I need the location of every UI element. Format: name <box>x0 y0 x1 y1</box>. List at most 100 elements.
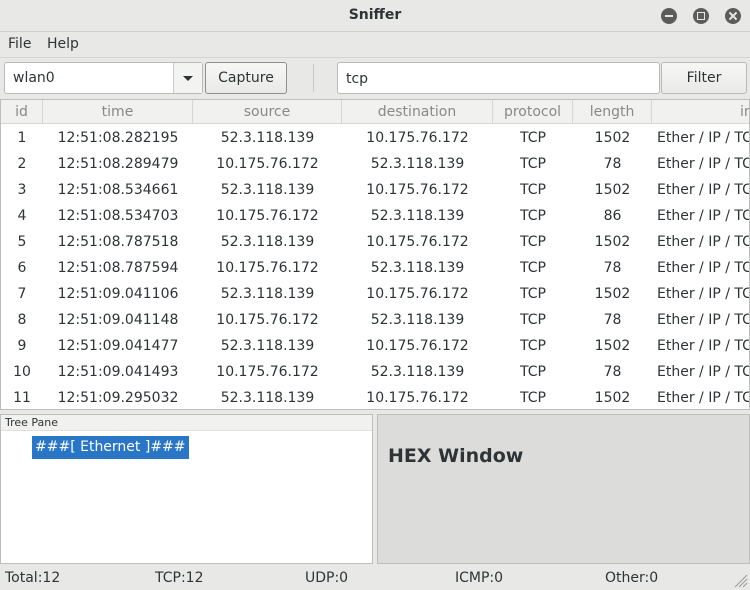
cell-protocol: TCP <box>520 260 546 276</box>
cell-source: 52.3.118.139 <box>220 234 315 250</box>
cell-source: 52.3.118.139 <box>220 182 315 198</box>
cell-time: 12:51:09.041106 <box>57 286 179 302</box>
hex-window-title: HEX Window <box>388 445 524 467</box>
cell-destination: 10.175.76.172 <box>366 234 469 250</box>
table-row[interactable]: 1 12:51:08.282195 52.3.118.139 10.175.76.17… <box>1 125 749 151</box>
cell-info: Ether / IP / TCP <box>657 364 749 380</box>
table-row[interactable]: 6 12:51:08.787594 10.175.76.172 52.3.118.13… <box>1 255 749 281</box>
tree-node-ethernet[interactable]: ###[ Ethernet ]### <box>32 436 189 459</box>
cell-info: Ether / IP / TCP <box>657 390 749 406</box>
minimize-icon[interactable] <box>661 8 677 24</box>
cell-time: 12:51:08.534703 <box>57 208 179 224</box>
column-header-destination[interactable]: destination <box>342 100 493 124</box>
cell-source: 52.3.118.139 <box>220 390 315 406</box>
filter-input[interactable] <box>346 69 646 89</box>
table-row[interactable]: 3 12:51:08.534661 52.3.118.139 10.175.76.17… <box>1 177 749 203</box>
cell-source: 52.3.118.139 <box>220 338 315 354</box>
menu-file[interactable]: File <box>8 36 31 52</box>
toolbar: wlan0 Capture Filter <box>0 57 750 97</box>
table-row[interactable]: 10 12:51:09.041493 10.175.76.172 52.3.118.1… <box>1 359 749 385</box>
dropdown-arrow-icon <box>183 76 193 81</box>
cell-id: 1 <box>17 130 27 146</box>
table-row[interactable]: 11 12:51:09.295032 52.3.118.139 10.175.76.1… <box>1 385 749 409</box>
status-udp: UDP:0 <box>305 570 349 586</box>
cell-length: 1502 <box>594 338 631 354</box>
filter-button[interactable]: Filter <box>661 62 747 94</box>
cell-protocol: TCP <box>520 390 546 406</box>
cell-protocol: TCP <box>520 364 546 380</box>
column-header-info[interactable]: info <box>652 100 749 124</box>
status-total: Total:12 <box>5 570 61 586</box>
cell-destination: 10.175.76.172 <box>366 390 469 406</box>
tree-pane: Tree Pane ###[ Ethernet ]### <box>0 414 373 564</box>
cell-source: 52.3.118.139 <box>220 286 315 302</box>
status-tcp: TCP:12 <box>155 570 204 586</box>
cell-info: Ether / IP / TCP <box>657 260 749 276</box>
column-header-id[interactable]: id <box>1 100 43 124</box>
table-row[interactable]: 4 12:51:08.534703 10.175.76.172 52.3.118.13… <box>1 203 749 229</box>
cell-info: Ether / IP / TCP <box>657 156 749 172</box>
maximize-icon[interactable] <box>693 8 709 24</box>
cell-destination: 10.175.76.172 <box>366 182 469 198</box>
cell-length: 78 <box>603 312 622 328</box>
cell-info: Ether / IP / TCP <box>657 208 749 224</box>
cell-protocol: TCP <box>520 156 546 172</box>
menu-help[interactable]: Help <box>47 36 79 52</box>
column-header-protocol[interactable]: protocol <box>493 100 573 124</box>
cell-info: Ether / IP / TCP <box>657 234 749 250</box>
cell-length: 1502 <box>594 286 631 302</box>
close-icon[interactable] <box>725 8 741 24</box>
cell-protocol: TCP <box>520 182 546 198</box>
cell-destination: 52.3.118.139 <box>370 364 465 380</box>
column-header-time[interactable]: time <box>43 100 193 124</box>
cell-source: 52.3.118.139 <box>220 130 315 146</box>
table-row[interactable]: 9 12:51:09.041477 52.3.118.139 10.175.76.17… <box>1 333 749 359</box>
cell-protocol: TCP <box>520 234 546 250</box>
cell-id: 5 <box>17 234 27 250</box>
cell-length: 78 <box>603 364 622 380</box>
capture-button[interactable]: Capture <box>205 62 287 94</box>
cell-id: 8 <box>17 312 27 328</box>
column-header-source[interactable]: source <box>193 100 342 124</box>
interface-select[interactable]: wlan0 <box>4 62 203 94</box>
column-header-length[interactable]: length <box>573 100 652 124</box>
filter-field[interactable] <box>337 62 660 94</box>
cell-time: 12:51:08.787594 <box>57 260 179 276</box>
cell-info: Ether / IP / TCP <box>657 130 749 146</box>
table-row[interactable]: 7 12:51:09.041106 52.3.118.139 10.175.76.17… <box>1 281 749 307</box>
cell-length: 78 <box>603 260 622 276</box>
cell-destination: 52.3.118.139 <box>370 208 465 224</box>
cell-length: 1502 <box>594 130 631 146</box>
cell-destination: 52.3.118.139 <box>370 260 465 276</box>
cell-destination: 10.175.76.172 <box>366 286 469 302</box>
cell-protocol: TCP <box>520 312 546 328</box>
interface-value: wlan0 <box>13 70 55 86</box>
cell-info: Ether / IP / TCP <box>657 286 749 302</box>
window-title: Sniffer <box>348 7 402 23</box>
cell-destination: 52.3.118.139 <box>370 156 465 172</box>
cell-id: 3 <box>17 182 27 198</box>
cell-info: Ether / IP / TCP <box>657 312 749 328</box>
cell-id: 6 <box>17 260 27 276</box>
menu-bar: File Help <box>0 32 750 56</box>
toolbar-separator <box>313 64 314 92</box>
status-other: Other:0 <box>605 570 659 586</box>
cell-info: Ether / IP / TCP <box>657 182 749 198</box>
cell-time: 12:51:08.787518 <box>57 234 179 250</box>
dropdown-button[interactable] <box>173 63 202 93</box>
cell-protocol: TCP <box>520 208 546 224</box>
table-row[interactable]: 5 12:51:08.787518 52.3.118.139 10.175.76.17… <box>1 229 749 255</box>
table-row[interactable]: 8 12:51:09.041148 10.175.76.172 52.3.118.13… <box>1 307 749 333</box>
cell-protocol: TCP <box>520 338 546 354</box>
packet-table[interactable]: id time source destination protocol leng… <box>0 99 750 410</box>
table-row[interactable]: 2 12:51:08.289479 10.175.76.172 52.3.118.13… <box>1 151 749 177</box>
resize-grip-icon[interactable] <box>732 572 748 588</box>
cell-destination: 10.175.76.172 <box>366 338 469 354</box>
capture-button-label: Capture <box>218 70 274 86</box>
filter-button-label: Filter <box>686 70 722 86</box>
cell-time: 12:51:09.295032 <box>57 390 179 406</box>
cell-source: 10.175.76.172 <box>216 312 319 328</box>
cell-length: 78 <box>603 156 622 172</box>
cell-time: 12:51:08.282195 <box>57 130 179 146</box>
cell-time: 12:51:09.041493 <box>57 364 179 380</box>
